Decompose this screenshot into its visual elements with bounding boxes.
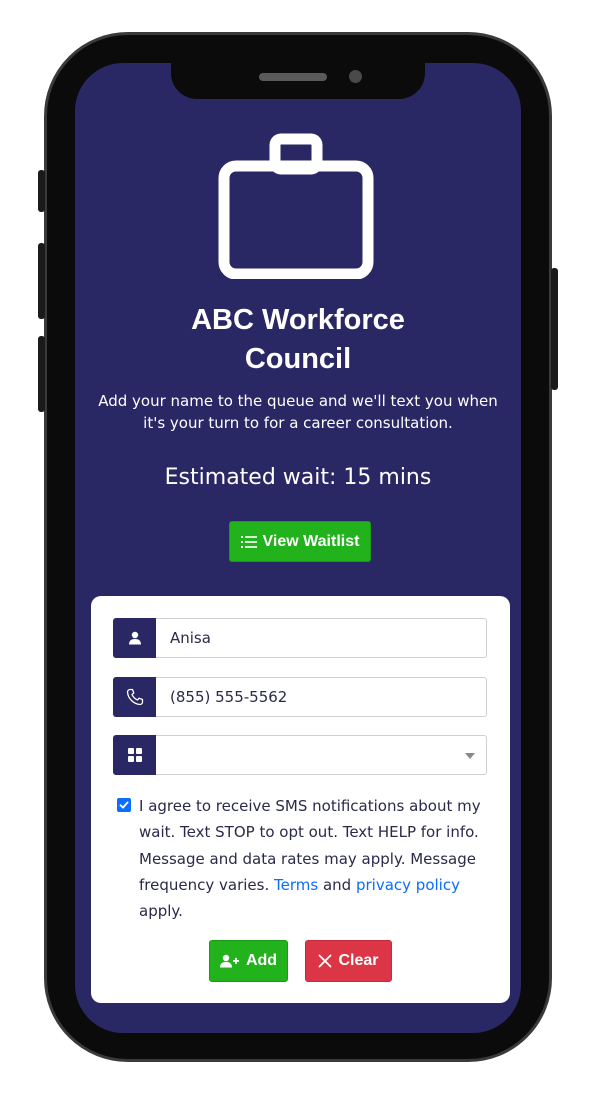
side-button-mute <box>38 170 45 212</box>
name-field: Anisa <box>113 618 487 658</box>
side-button-volume-down <box>38 336 45 412</box>
estimated-wait: Estimated wait: 15 mins <box>164 465 432 490</box>
clear-button-label: Clear <box>338 952 379 969</box>
phone-field: (855) 555-5562 <box>113 677 487 717</box>
phone-input[interactable]: (855) 555-5562 <box>156 677 487 717</box>
page-subtitle: Add your name to the queue and we'll tex… <box>98 392 498 432</box>
view-waitlist-label: View Waitlist <box>262 532 360 550</box>
user-plus-icon <box>219 954 239 968</box>
side-button-volume-up <box>38 243 45 319</box>
add-button[interactable]: Add <box>209 940 288 982</box>
grid-icon <box>127 748 142 762</box>
list-icon <box>240 535 257 548</box>
name-addon <box>113 618 156 658</box>
camera <box>349 70 362 83</box>
phone-icon <box>126 688 143 706</box>
service-addon <box>113 735 156 775</box>
page-title: ABC Workforce Council <box>75 301 521 379</box>
title-line-2: Council <box>244 343 352 375</box>
service-field <box>113 735 487 775</box>
title-line-1: ABC Workforce <box>191 304 405 336</box>
phone-screen: ABC Workforce Council Add your name to t… <box>75 63 521 1033</box>
user-icon <box>128 631 141 645</box>
sms-consent-text: I agree to receive SMS notifications abo… <box>139 793 487 924</box>
close-icon <box>319 954 332 968</box>
sms-consent: I agree to receive SMS notifications abo… <box>117 793 487 924</box>
queue-form-card: Anisa (855) 555-5562 I agree to receive … <box>91 596 510 1003</box>
terms-link[interactable]: Terms <box>274 876 318 894</box>
side-button-power <box>551 268 558 390</box>
sms-consent-checkbox[interactable] <box>117 798 131 812</box>
speaker <box>259 73 327 81</box>
checkmark-icon <box>119 801 129 809</box>
privacy-policy-link[interactable]: privacy policy <box>356 876 460 894</box>
notch <box>171 63 425 99</box>
chevron-down-icon <box>465 753 475 759</box>
name-input[interactable]: Anisa <box>156 618 487 658</box>
clear-button[interactable]: Clear <box>305 940 392 982</box>
add-button-label: Add <box>245 952 278 969</box>
service-select[interactable] <box>156 735 487 775</box>
view-waitlist-button[interactable]: View Waitlist <box>229 521 371 562</box>
consent-and: and <box>322 875 352 894</box>
consent-text-after: apply. <box>139 902 183 921</box>
briefcase-icon <box>218 133 374 279</box>
phone-addon <box>113 677 156 717</box>
